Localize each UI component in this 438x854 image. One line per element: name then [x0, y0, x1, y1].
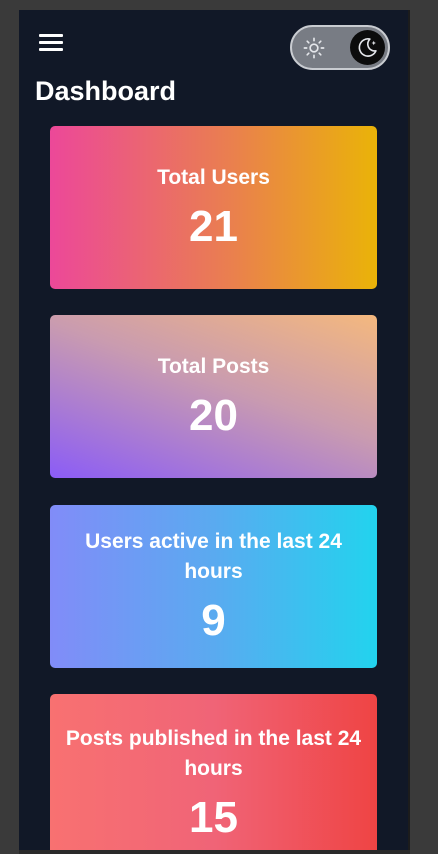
toggle-knob[interactable]	[350, 30, 385, 65]
sun-icon	[303, 37, 325, 59]
stat-label: Total Posts	[157, 354, 270, 378]
stat-label: Users active in the last 24 hours	[85, 529, 342, 583]
theme-toggle[interactable]	[290, 25, 390, 70]
stat-card-total-users: Total Users 21	[50, 126, 377, 289]
stat-value: 21	[189, 201, 238, 251]
page-title: Dashboard	[35, 76, 177, 106]
dashboard-page: Dashboard Total Users 21 Total Posts 20 …	[19, 10, 408, 850]
stat-card-posts-published: Posts published in the last 24 hours 15	[50, 694, 377, 850]
stat-value: 20	[189, 390, 238, 440]
hamburger-icon[interactable]	[39, 32, 63, 52]
window-edge	[408, 10, 410, 850]
moon-icon	[358, 38, 377, 57]
stat-value: 15	[189, 793, 238, 842]
stat-label: Posts published in the last 24 hours	[65, 727, 362, 780]
stat-card-active-users: Users active in the last 24 hours 9	[50, 505, 377, 668]
window-edge	[19, 850, 410, 854]
stat-value: 9	[201, 595, 226, 645]
stat-label: Total Users	[157, 165, 270, 189]
stat-card-total-posts: Total Posts 20	[50, 315, 377, 478]
